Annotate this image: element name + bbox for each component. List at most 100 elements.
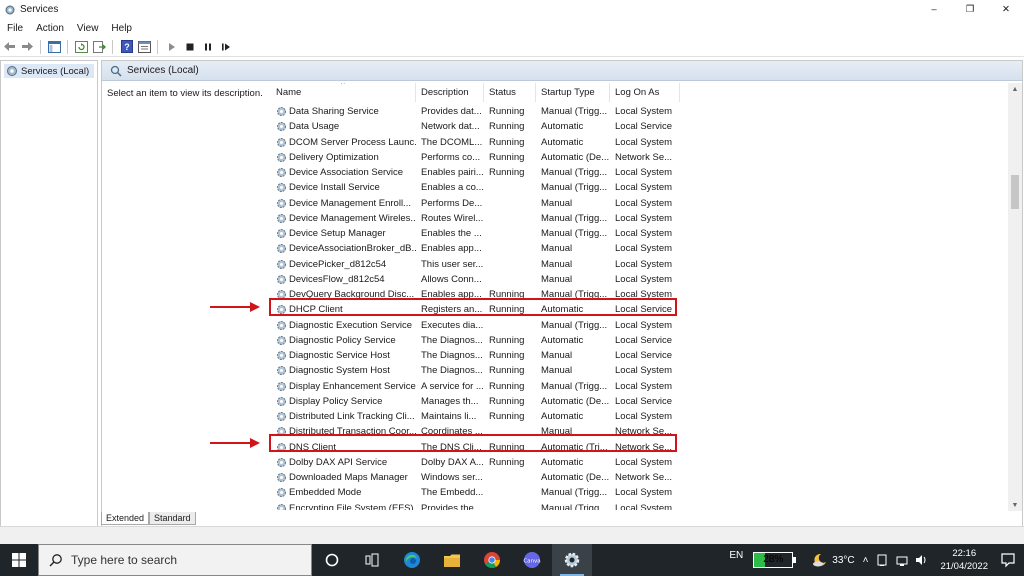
service-row[interactable]: Display Enhancement Service A service for… bbox=[271, 379, 1011, 394]
service-row[interactable]: DCOM Server Process Launc... The DCOML...… bbox=[271, 135, 1011, 150]
service-row[interactable]: Diagnostic System Host The Diagnos... Runn… bbox=[271, 363, 1011, 378]
cortana-icon[interactable] bbox=[312, 544, 352, 576]
service-name: Device Management Enroll... bbox=[289, 197, 411, 209]
service-row[interactable]: Downloaded Maps Manager Windows ser... Aut… bbox=[271, 470, 1011, 485]
service-gear-icon bbox=[277, 259, 286, 269]
service-row[interactable]: Device Setup Manager Enables the ... Manua… bbox=[271, 226, 1011, 241]
task-view-icon[interactable] bbox=[352, 544, 392, 576]
back-arrow-icon[interactable] bbox=[1, 38, 18, 55]
service-gear-icon bbox=[277, 122, 286, 132]
service-gear-icon bbox=[277, 229, 286, 239]
minimize-button[interactable]: – bbox=[916, 0, 952, 19]
service-row[interactable]: DevicePicker_d812c54 This user ser... Manu… bbox=[271, 257, 1011, 272]
column-header-log-on-as[interactable]: Log On As bbox=[610, 83, 680, 102]
column-header-startup-type[interactable]: Startup Type bbox=[536, 83, 610, 102]
file-explorer-icon[interactable] bbox=[432, 544, 472, 576]
service-row[interactable]: Delivery Optimization Performs co... Runni… bbox=[271, 150, 1011, 165]
close-button[interactable]: ✕ bbox=[988, 0, 1024, 19]
chevron-up-icon[interactable]: ˄ bbox=[863, 555, 869, 566]
pane-header: Services (Local) bbox=[102, 61, 1022, 81]
service-name: Encrypting File System (EFS) bbox=[289, 502, 414, 510]
service-row[interactable]: Diagnostic Service Host The Diagnos... Run… bbox=[271, 348, 1011, 363]
service-row[interactable]: Diagnostic Policy Service The Diagnos... R… bbox=[271, 333, 1011, 348]
cell-startup-type: Manual (Trigg... bbox=[541, 228, 608, 240]
forward-arrow-icon[interactable] bbox=[19, 38, 36, 55]
column-header-description[interactable]: Description bbox=[416, 83, 484, 102]
help-icon[interactable]: ? bbox=[118, 38, 135, 55]
tree-item-label: Services (Local) bbox=[21, 65, 90, 77]
cell-log-on-as: Local System bbox=[615, 502, 673, 510]
cell-log-on-as: Local System bbox=[615, 212, 673, 224]
cell-description: Network dat... bbox=[421, 121, 480, 133]
service-gear-icon bbox=[277, 366, 286, 376]
service-gear-icon bbox=[277, 213, 286, 223]
refresh-icon[interactable] bbox=[73, 38, 90, 55]
service-row[interactable]: Display Policy Service Manages th... Runni… bbox=[271, 394, 1011, 409]
properties-icon[interactable] bbox=[136, 38, 153, 55]
temperature-readout[interactable]: 33°C bbox=[832, 555, 854, 566]
cell-log-on-as: Local System bbox=[615, 273, 673, 285]
language-indicator[interactable]: EN bbox=[729, 550, 743, 561]
network-icon[interactable] bbox=[895, 553, 909, 567]
maximize-button[interactable]: ❐ bbox=[952, 0, 988, 19]
service-row[interactable]: Dolby DAX API Service Dolby DAX A... Runni… bbox=[271, 455, 1011, 470]
battery-indicator[interactable]: 28% bbox=[753, 552, 797, 568]
menu-help[interactable]: Help bbox=[104, 23, 138, 34]
weather-moon-cloud-icon[interactable] bbox=[812, 552, 828, 568]
device-icon[interactable] bbox=[875, 553, 889, 567]
scrollbar-thumb[interactable] bbox=[1011, 175, 1019, 209]
services-taskbar-icon[interactable] bbox=[552, 544, 592, 576]
service-row[interactable]: Device Association Service Enables pairi.… bbox=[271, 165, 1011, 180]
title-bar: Services – ❐ ✕ bbox=[0, 0, 1024, 19]
notifications-icon[interactable] bbox=[1000, 552, 1016, 568]
restart-service-icon[interactable] bbox=[217, 38, 234, 55]
service-row[interactable]: Distributed Link Tracking Cli... Maintain… bbox=[271, 409, 1011, 424]
menu-action[interactable]: Action bbox=[29, 23, 70, 34]
services-gear-icon bbox=[5, 5, 15, 14]
cell-description: The Diagnos... bbox=[421, 334, 483, 346]
menu-view[interactable]: View bbox=[70, 23, 105, 34]
service-row[interactable]: Device Install Service Enables a co... Man… bbox=[271, 180, 1011, 195]
taskbar-search-box[interactable]: Type here to search bbox=[38, 544, 312, 576]
service-name: Embedded Mode bbox=[289, 487, 362, 499]
services-pane: Services (Local) Select an item to view … bbox=[101, 60, 1023, 530]
cell-status: Running bbox=[489, 456, 525, 468]
description-hint: Select an item to view its description. bbox=[107, 88, 263, 99]
menu-file[interactable]: File bbox=[0, 23, 29, 34]
column-header-status[interactable]: Status bbox=[484, 83, 536, 102]
windows-start-icon[interactable] bbox=[0, 544, 38, 576]
cell-name: Encrypting File System (EFS) bbox=[271, 503, 416, 510]
service-row[interactable]: Data Usage Network dat... Running Automatic… bbox=[271, 119, 1011, 134]
cell-description: Enables the ... bbox=[421, 228, 482, 240]
service-row[interactable]: DeviceAssociationBroker_dB... Enables app… bbox=[271, 241, 1011, 256]
tab-standard[interactable]: Standard bbox=[149, 512, 196, 525]
cell-startup-type: Automatic bbox=[541, 334, 584, 346]
cell-status: Running bbox=[489, 350, 525, 362]
service-row[interactable]: Diagnostic Execution Service Executes dia… bbox=[271, 318, 1011, 333]
scroll-down-arrow-icon[interactable]: ▼ bbox=[1008, 499, 1022, 511]
service-row[interactable]: Device Management Wireles... Routes Wirel… bbox=[271, 211, 1011, 226]
volume-icon[interactable] bbox=[915, 553, 929, 567]
edge-browser-icon[interactable] bbox=[392, 544, 432, 576]
service-row[interactable]: DevicesFlow_d812c54 Allows Conn... Manual L… bbox=[271, 272, 1011, 287]
export-list-icon[interactable] bbox=[91, 38, 108, 55]
services-gear-icon bbox=[7, 66, 17, 76]
canva-app-icon[interactable]: Canva bbox=[512, 544, 552, 576]
vertical-scrollbar[interactable]: ▲ ▼ bbox=[1008, 83, 1022, 511]
tab-extended[interactable]: Extended bbox=[101, 512, 150, 525]
cell-startup-type: Automatic bbox=[541, 136, 584, 148]
tree-item-services-local[interactable]: Services (Local) bbox=[4, 64, 94, 78]
cell-name: Downloaded Maps Manager bbox=[271, 472, 416, 483]
pause-service-icon[interactable] bbox=[199, 38, 216, 55]
service-name: DevicesFlow_d812c54 bbox=[289, 273, 385, 285]
start-service-icon[interactable] bbox=[163, 38, 180, 55]
service-row[interactable]: Device Management Enroll... Performs De..… bbox=[271, 196, 1011, 211]
stop-service-icon[interactable] bbox=[181, 38, 198, 55]
show-hide-console-tree-icon[interactable] bbox=[46, 38, 63, 55]
chrome-browser-icon[interactable] bbox=[472, 544, 512, 576]
service-row[interactable]: Encrypting File System (EFS) Provides the… bbox=[271, 501, 1011, 510]
scroll-up-arrow-icon[interactable]: ▲ bbox=[1008, 83, 1022, 95]
service-row[interactable]: Embedded Mode The Embedd... Manual (Trigg.… bbox=[271, 485, 1011, 500]
clock[interactable]: 22:16 21/04/2022 bbox=[940, 547, 988, 573]
service-row[interactable]: Data Sharing Service Provides dat... Runni… bbox=[271, 104, 1011, 119]
